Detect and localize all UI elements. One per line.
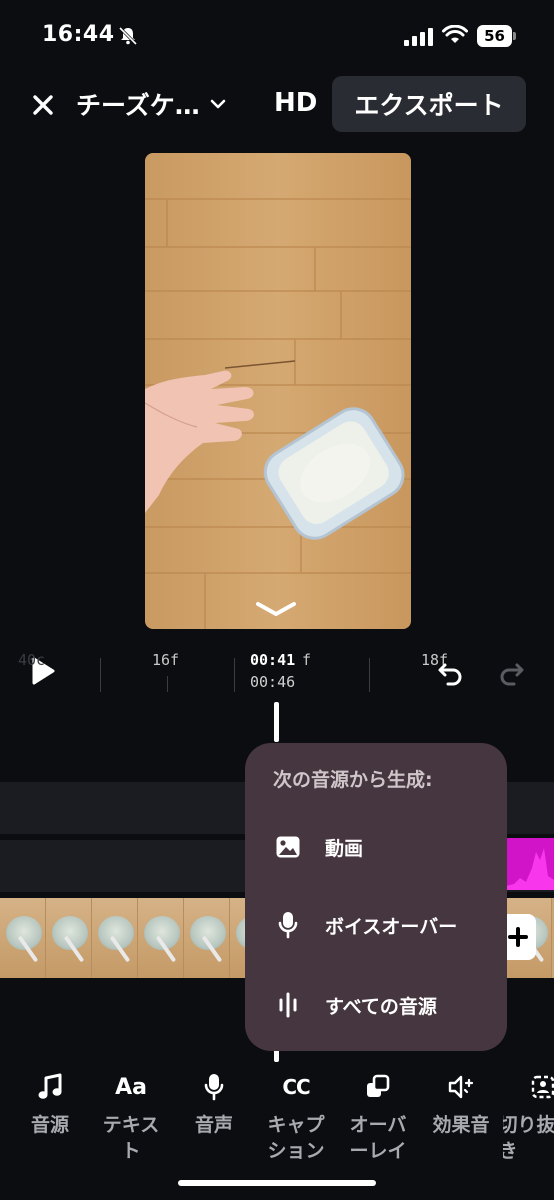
status-time: 16:44: [42, 22, 115, 47]
image-icon: [273, 832, 303, 862]
tool-label: 切り抜き: [503, 1114, 554, 1162]
tool-label: 効果音: [432, 1114, 490, 1136]
playhead[interactable]: [274, 702, 279, 742]
menu-item-voiceover[interactable]: ボイスオーバー: [273, 905, 503, 945]
battery-level: 56: [484, 27, 505, 45]
project-title: チーズケ…: [76, 91, 200, 120]
tool-voice[interactable]: 音声: [174, 1070, 254, 1138]
bell-muted-icon: [118, 26, 138, 46]
audio-clip[interactable]: [500, 838, 554, 890]
waveform-icon: [273, 990, 303, 1020]
timeline-tick: [369, 658, 370, 692]
project-title-dropdown[interactable]: チーズケ…: [76, 86, 226, 122]
tool-music[interactable]: 音源: [10, 1070, 90, 1138]
menu-item-video[interactable]: 動画: [273, 827, 503, 867]
tool-sound-effects[interactable]: 効果音: [421, 1070, 501, 1138]
clip-thumbnail: [184, 898, 230, 978]
collapse-preview-chevron-icon[interactable]: [254, 598, 298, 620]
tool-overlay[interactable]: オーバーレイ: [338, 1070, 418, 1164]
wifi-icon: [442, 25, 468, 43]
current-time: 00:41: [250, 651, 296, 669]
cutout-icon: [503, 1070, 554, 1104]
text-aa-icon: Aa: [115, 1074, 147, 1100]
clip-thumbnail: [138, 898, 184, 978]
menu-item-all-sources[interactable]: すべての音源: [273, 985, 503, 1025]
timeline-tick: [100, 658, 101, 692]
sound-effect-icon: [447, 1070, 475, 1104]
undo-icon[interactable]: [436, 657, 466, 687]
tool-label: オーバーレイ: [349, 1114, 407, 1162]
tick-label: f: [302, 651, 312, 669]
tool-captions[interactable]: CC キャプション: [256, 1070, 336, 1164]
menu-item-label: 動画: [325, 837, 364, 860]
cellular-signal-icon: [404, 28, 433, 46]
music-note-icon: [37, 1070, 63, 1104]
redo-icon[interactable]: [496, 657, 526, 687]
audio-waveform: [500, 848, 554, 890]
timeline-tick: [234, 658, 235, 692]
tool-cutout[interactable]: 切り抜き: [503, 1070, 554, 1164]
tool-label: キャプション: [267, 1114, 325, 1162]
menu-item-label: すべての音源: [325, 995, 437, 1018]
tool-label: 音源: [30, 1114, 69, 1136]
clip-thumbnail: [46, 898, 92, 978]
generate-from-source-menu: 次の音源から生成: 動画 ボイスオーバー すべての音源: [245, 743, 507, 1051]
captions-cc-icon: CC: [282, 1075, 310, 1099]
microphone-icon: [203, 1070, 225, 1104]
total-time: 00:46: [250, 673, 296, 691]
battery-indicator: 56: [477, 25, 517, 47]
home-indicator: [178, 1180, 376, 1186]
chevron-down-icon: [210, 99, 226, 109]
quality-selector[interactable]: HD: [274, 88, 317, 118]
tick-label: 40c: [18, 651, 46, 669]
clip-thumbnail: [0, 898, 46, 978]
tool-label: 音声: [194, 1114, 233, 1136]
popup-title: 次の音源から生成:: [273, 769, 433, 791]
export-button[interactable]: エクスポート: [332, 76, 526, 132]
video-preview[interactable]: [145, 153, 411, 629]
plus-icon: [508, 927, 528, 947]
tool-text[interactable]: Aa テキスト: [91, 1070, 171, 1164]
timeline-tick: [167, 676, 168, 692]
close-icon: [33, 95, 53, 115]
tool-label: テキスト: [102, 1114, 160, 1162]
clip-thumbnail: [92, 898, 138, 978]
overlay-icon: [365, 1070, 391, 1104]
tick-label: 16f: [152, 651, 180, 669]
close-button[interactable]: [26, 88, 60, 122]
menu-item-label: ボイスオーバー: [325, 915, 458, 938]
preview-frame: [145, 153, 411, 629]
microphone-icon: [273, 910, 303, 940]
